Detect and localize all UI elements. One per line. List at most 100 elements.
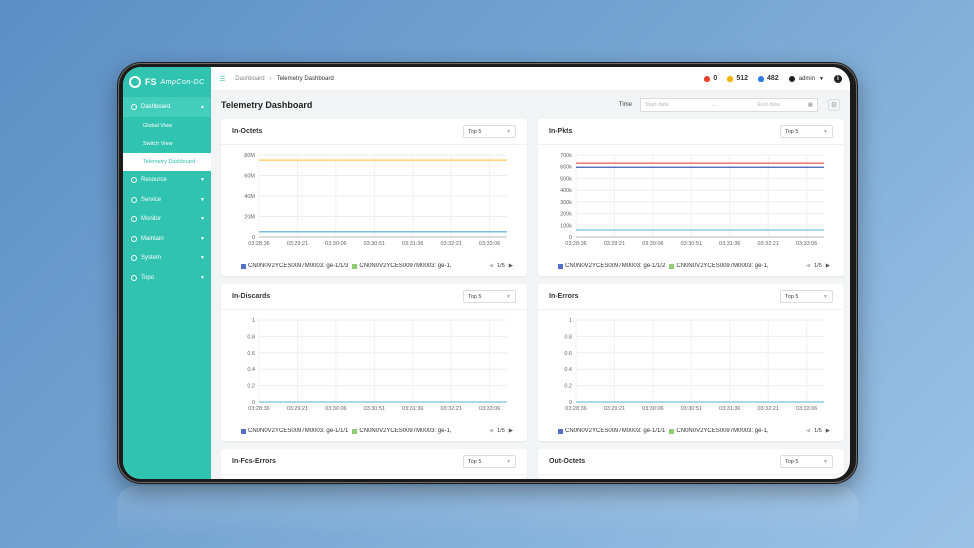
top-n-select[interactable]: Top 5 ▼ [463,290,516,303]
card-header: In-Errors Top 5 ▼ [538,284,844,310]
legend-item[interactable]: CN0N0V2YCES0097M0003: ge-1, [352,428,451,434]
next-page-icon[interactable]: ▶ [509,263,513,269]
chart-card-out-octets: Out-Octets Top 5 ▼ [538,449,844,479]
device-reflection [117,486,858,536]
start-date-input[interactable]: Start date [645,102,669,108]
y-tick-label: 0.2 [247,384,255,390]
prev-page-icon[interactable]: ◀ [489,428,493,434]
monitor-icon [131,216,137,223]
y-tick-label: 60M [244,174,255,180]
info-icon[interactable]: i [834,74,842,83]
y-tick-label: 1 [252,318,255,324]
chart-grid: In-Octets Top 5 ▼ 0 20M 40M 60M 80M 03:28:36 03… [211,119,850,479]
sidebar-item-topo[interactable]: Topo ▼ [123,268,211,288]
warning-alerts[interactable]: 512 [727,75,748,82]
card-title: In-Errors [549,293,579,300]
top-n-select[interactable]: Top 5 ▼ [463,455,516,468]
chevron-down-icon: ▼ [200,274,205,281]
y-tick-label: 80M [244,153,255,159]
main-area: ☰ Dashboard › Telemetry Dashboard 0 512 [211,67,850,479]
sidebar-item-dashboard[interactable]: Dashboard ▲ [123,97,211,117]
card-title: In-Pkts [549,128,573,135]
next-page-icon[interactable]: ▶ [509,428,513,434]
date-range-picker[interactable]: Start date → End date ▦ [640,97,818,112]
prev-page-icon[interactable]: ◀ [806,428,810,434]
top-n-select[interactable]: Top 5 ▼ [780,455,833,468]
sidebar-item-resource[interactable]: Resource ▼ [123,171,211,191]
in-octets-chart: 020M40M60M80M03:28:36 03:29:21 03:30:06 03:… [244,153,507,247]
sidebar-item-global-view[interactable]: Global View [123,117,211,135]
top-n-select[interactable]: Top 5 ▼ [780,125,833,138]
y-tick-label: 0.8 [564,334,572,340]
x-tick-label: 03:30:51 [364,241,385,247]
prev-page-icon[interactable]: ◀ [489,263,493,269]
card-header: In-Fcs-Errors Top 5 ▼ [221,449,527,475]
legend-label: CN0N0V2YCES0097M0003: ge-1/1/1 [565,428,666,434]
top-n-select[interactable]: Top 5 ▼ [463,125,516,138]
settings-button[interactable]: ⚙ [828,98,840,111]
chevron-up-icon: ▲ [200,103,205,110]
in-errors-chart: 00.20.40.60.8103:28:36 03:29:21 03:30:06 03… [564,318,824,412]
critical-count: 0 [713,75,718,83]
service-icon [131,196,137,203]
breadcrumb-current: Telemetry Dashboard [276,75,334,82]
next-page-icon[interactable]: ▶ [826,263,830,269]
chart-legend: CN0N0V2YCES0097M0003: ge-1/1/2 CN0N0V2YC… [558,263,830,269]
y-tick-label: 0.4 [564,367,572,373]
legend-pager: ◀ 1/5 ▶ [806,428,830,434]
chart-legend: CN0N0V2YCES0097M0003: ge-1/1/1 CN0N0V2YC… [241,428,513,434]
sidebar-item-label: Resource [141,177,167,184]
chevron-down-icon: ▼ [200,177,205,184]
x-tick-label: 03:31:36 [719,241,740,247]
chevron-down-icon: ▼ [200,255,205,262]
menu-collapse-icon[interactable]: ☰ [219,75,225,83]
sidebar-item-maintain[interactable]: Maintain ▼ [123,229,211,249]
user-menu[interactable]: admin ▼ [788,75,824,82]
y-tick-label: 0.8 [247,334,255,340]
legend-item[interactable]: CN0N0V2YCES0097M0003: ge-1/1/2 [558,263,665,269]
sidebar-item-label: Maintain [141,235,164,242]
legend-label: CN0N0V2YCES0097M0003: ge-1, [359,263,452,269]
x-tick-label: 03:30:51 [681,241,702,247]
sidebar-item-telemetry-dashboard[interactable]: Telemetry Dashboard [123,152,211,171]
legend-item[interactable]: CN0N0V2YCES0097M0003: ge-1, [352,263,451,269]
y-tick-label: 40M [244,194,255,200]
user-icon [788,75,795,82]
top-n-select[interactable]: Top 5 ▼ [780,290,833,303]
x-tick-label: 03:30:06 [642,241,663,247]
chart-legend: CN0N0V2YCES0097M0003: ge-1/1/1 CN0N0V2YC… [558,428,830,434]
chevron-down-icon: ▼ [819,75,824,82]
fs-logo-icon [129,76,141,88]
card-title: In-Discards [232,293,271,300]
legend-item[interactable]: CN0N0V2YCES0097M0003: ge-1/1/3 [241,263,348,269]
legend-item[interactable]: CN0N0V2YCES0097M0003: ge-1, [669,428,768,434]
legend-page: 1/5 [814,263,822,269]
arrow-right-icon: → [710,101,717,108]
select-value: Top 5 [468,293,482,300]
breadcrumb-dashboard[interactable]: Dashboard [235,76,264,82]
sidebar-item-monitor[interactable]: Monitor ▼ [123,210,211,230]
legend-item[interactable]: CN0N0V2YCES0097M0003: ge-1/1/1 [241,428,348,434]
legend-label: CN0N0V2YCES0097M0003: ge-1, [676,263,769,269]
sidebar-item-system[interactable]: System ▼ [123,249,211,269]
chevron-down-icon: ▼ [200,216,205,223]
x-tick-label: 03:28:36 [248,241,269,247]
legend-label: CN0N0V2YCES0097M0003: ge-1/1/1 [248,428,349,434]
app-screen: FS AmpCon-DC Dashboard ▲ Global View Swi… [123,67,850,479]
in-pkts-chart: 0100k200k300k400k500k600k700k03:28:36 03:… [560,153,824,247]
prev-page-icon[interactable]: ◀ [806,263,810,269]
next-page-icon[interactable]: ▶ [826,428,830,434]
chevron-down-icon: ▼ [200,235,205,242]
x-tick-label: 03:31:36 [719,406,740,412]
info-alerts[interactable]: 482 [758,75,779,82]
sidebar-item-label: Monitor [141,216,162,223]
x-tick-label: 03:32:21 [440,406,461,412]
sidebar-item-switch-view[interactable]: Switch View [123,135,211,153]
bell-icon [758,75,765,82]
end-date-input[interactable]: End date [758,102,780,108]
legend-item[interactable]: CN0N0V2YCES0097M0003: ge-1/1/1 [558,428,665,434]
legend-label: CN0N0V2YCES0097M0003: ge-1/1/2 [565,263,666,269]
sidebar-item-service[interactable]: Service ▼ [123,190,211,210]
critical-alerts[interactable]: 0 [704,75,717,82]
legend-item[interactable]: CN0N0V2YCES0097M0003: ge-1, [669,263,768,269]
